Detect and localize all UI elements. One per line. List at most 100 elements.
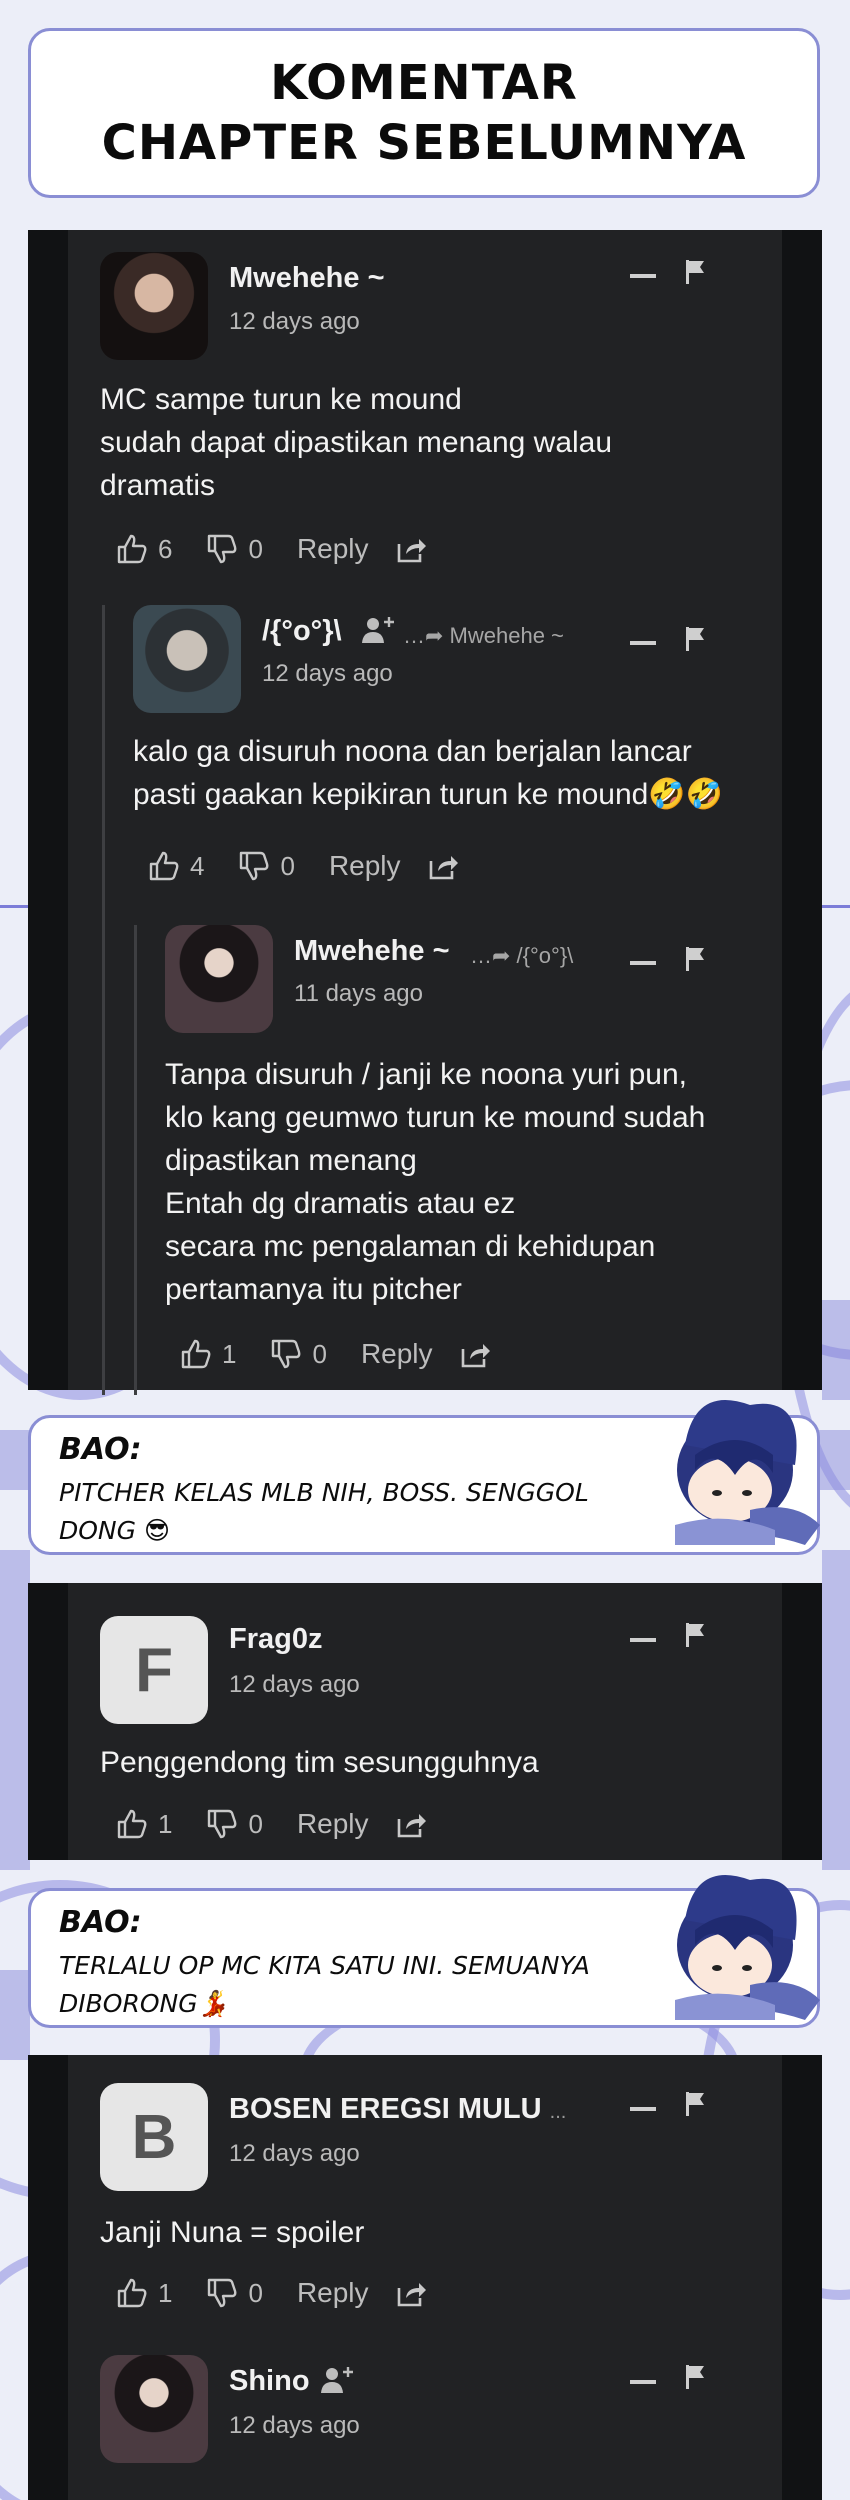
reply-button[interactable]: Reply [297,533,369,565]
thumbs-up-icon[interactable] [148,850,180,882]
bubble-line: Pitcher kelas MLB nih, boss. Senggol [59,1478,589,1507]
flag-icon[interactable] [684,625,708,653]
comment-body: Tanpa disuruh / janji ke noona yuri pun,… [165,1053,795,1311]
username[interactable]: Frag0z [229,1623,322,1656]
timestamp[interactable]: 12 days ago [229,308,360,336]
comment-body: MC sampe turun ke mound sudah dapat dipa… [100,378,760,507]
flag-icon[interactable] [684,1621,708,1649]
thumbs-down-icon[interactable] [206,533,238,565]
like-count: 1 [222,1338,237,1369]
dislike-count: 0 [248,1808,263,1839]
minus-icon[interactable] [630,274,656,278]
reply-to: …➦ Mwehehe ~ [403,623,564,649]
comment-line: klo kang geumwo turun ke mound sudah [165,1101,706,1134]
comment-line: Penggendong tim sesungguhnya [100,1746,539,1779]
dislike-count: 0 [248,533,263,564]
chibi-character-image [675,1400,820,1545]
reply-button[interactable]: Reply [297,2277,369,2309]
avatar[interactable]: F [100,1616,208,1724]
bubble-speaker: Bao: [59,1432,142,1467]
thumbs-down-icon[interactable] [206,2277,238,2309]
share-icon[interactable] [459,1339,491,1369]
comment-item: Shino 12 days ago [28,2330,822,2500]
comment-line: pertamanya itu pitcher [165,1273,462,1306]
reply-arrow-icon: …➦ [470,943,517,968]
comment-panel-3: B BOSEN EREGSI MULU ... 12 days ago Janj… [28,2055,822,2333]
add-user-icon[interactable] [321,2365,355,2395]
like-count: 4 [190,850,205,881]
comment-line: dipastikan menang [165,1144,417,1177]
share-icon[interactable] [427,851,459,881]
bubble-text: Pitcher kelas MLB nih, boss. Senggol don… [59,1474,679,1550]
username[interactable]: Shino [229,2365,310,2398]
thumbs-up-icon[interactable] [116,2277,148,2309]
reply-button[interactable]: Reply [361,1338,433,1370]
reply-to-name[interactable]: Mwehehe ~ [450,623,564,648]
thumbs-up-icon[interactable] [116,1808,148,1840]
minus-icon[interactable] [630,2107,656,2111]
comment-line: Entah dg dramatis atau ez [165,1187,516,1220]
username-text: BOSEN EREGSI MULU [229,2093,542,2125]
timestamp[interactable]: 12 days ago [229,1671,360,1699]
username[interactable]: /{°o°}\ [262,615,342,648]
timestamp[interactable]: 12 days ago [229,2140,360,2168]
flag-icon[interactable] [684,258,708,286]
comment-line: pasti gaakan kepikiran turun ke mound🤣🤣 [133,778,724,811]
comment-reply: Mwehehe ~ …➦ /{°o°}\ 11 days ago Tanpa d… [28,925,822,1385]
timestamp[interactable]: 12 days ago [229,2412,360,2440]
thumbs-up-icon[interactable] [180,1338,212,1370]
username[interactable]: Mwehehe ~ [294,935,450,968]
avatar[interactable] [100,2355,208,2463]
comment-item: Mwehehe ~ 12 days ago MC sampe turun ke … [28,230,822,600]
username[interactable]: Mwehehe ~ [229,262,385,295]
minus-icon[interactable] [630,641,656,645]
timestamp[interactable]: 11 days ago [294,980,423,1008]
share-icon[interactable] [395,2278,427,2308]
comment-actions: 6 0 Reply [116,533,427,565]
timestamp[interactable]: 12 days ago [262,660,393,688]
comment-body: Janji Nuna = spoiler [100,2211,760,2254]
dislike-count: 0 [280,850,295,881]
flag-icon[interactable] [684,2363,708,2391]
comment-line: Tanpa disuruh / janji ke noona yuri pun, [165,1058,688,1091]
share-icon[interactable] [395,534,427,564]
comment-panel-1: Mwehehe ~ 12 days ago MC sampe turun ke … [28,230,822,1395]
like-count: 1 [158,2277,173,2308]
thumbs-down-icon[interactable] [238,850,270,882]
comment-line: kalo ga disuruh noona dan berjalan lanca… [133,735,692,768]
bubble-speaker: Bao: [59,1905,142,1940]
title-line-1: Komentar [270,55,578,111]
comment-line: MC sampe turun ke mound [100,383,462,416]
reply-button[interactable]: Reply [329,850,401,882]
comment-line: secara mc pengalaman di kehidupan [165,1230,656,1263]
avatar[interactable] [100,252,208,360]
comment-line: Janji Nuna = spoiler [100,2216,365,2249]
bubble-text: Terlalu OP MC kita satu ini. Semuanya di… [59,1947,679,2023]
title-line-2: Chapter Sebelumnya [101,115,747,171]
comment-panel-4: Shino 12 days ago [28,2330,822,2500]
like-count: 1 [158,1808,173,1839]
flag-icon[interactable] [684,945,708,973]
flag-icon[interactable] [684,2090,708,2118]
reply-arrow-icon: …➦ [403,623,450,648]
thumbs-down-icon[interactable] [206,1808,238,1840]
thumbs-down-icon[interactable] [270,1338,302,1370]
minus-icon[interactable] [630,1638,656,1642]
add-user-icon[interactable] [362,615,396,645]
minus-icon[interactable] [630,961,656,965]
username-ellipsis: ... [549,2101,567,2123]
username[interactable]: BOSEN EREGSI MULU ... [229,2093,566,2126]
avatar[interactable] [165,925,273,1033]
title-box: Komentar Chapter Sebelumnya [28,28,820,198]
reply-to-name[interactable]: /{°o°}\ [517,943,574,968]
avatar[interactable] [133,605,241,713]
comment-actions: 1 0 Reply [116,2277,427,2309]
comment-item: B BOSEN EREGSI MULU ... 12 days ago Janj… [28,2055,822,2333]
thumbs-up-icon[interactable] [116,533,148,565]
reply-button[interactable]: Reply [297,1808,369,1840]
comment-panel-2: F Frag0z 12 days ago Penggendong tim ses… [28,1583,822,1860]
minus-icon[interactable] [630,2380,656,2384]
avatar[interactable]: B [100,2083,208,2191]
comment-body: kalo ga disuruh noona dan berjalan lanca… [133,730,793,816]
share-icon[interactable] [395,1809,427,1839]
